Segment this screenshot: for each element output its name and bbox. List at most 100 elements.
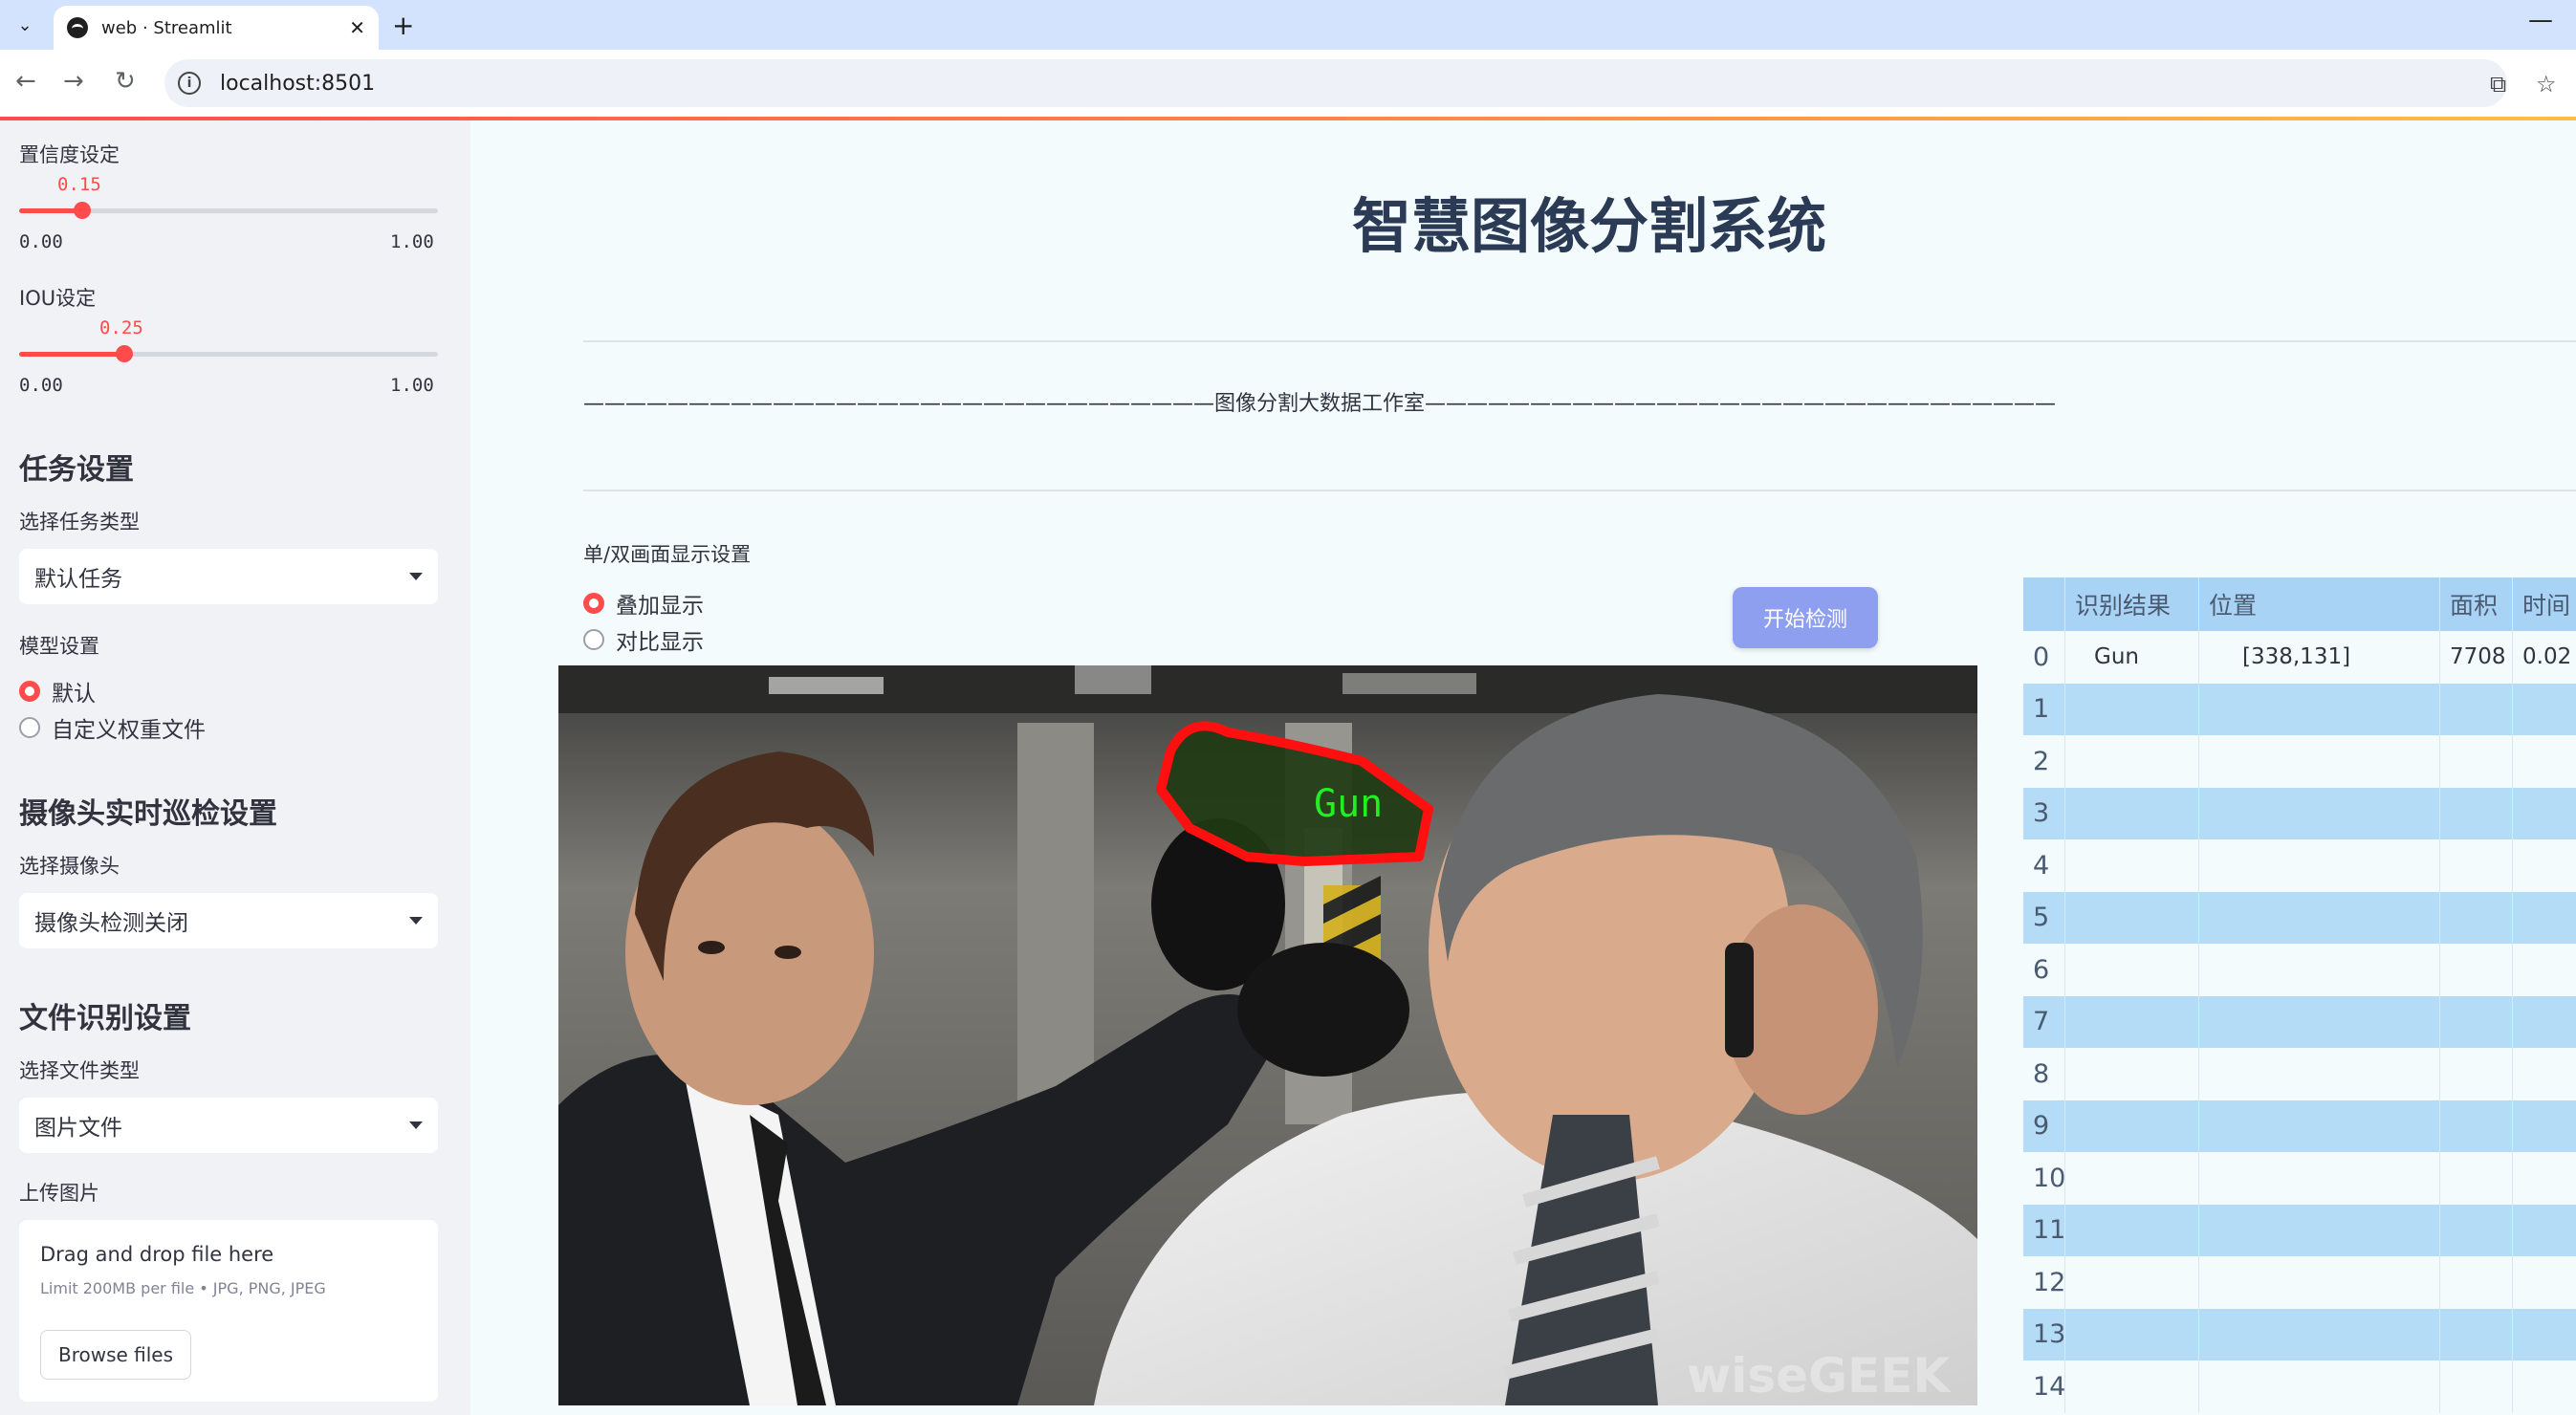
model-option-custom[interactable]: 自定义权重文件 <box>19 711 206 744</box>
table-row[interactable]: 13 <box>2023 1308 2576 1361</box>
table-row[interactable]: 9 <box>2023 1099 2576 1153</box>
browse-files-button[interactable]: Browse files <box>40 1330 191 1380</box>
table-row[interactable]: 12 <box>2023 1256 2576 1309</box>
file-type-value: 图片文件 <box>34 1116 122 1141</box>
tab-search-chevron-icon[interactable]: ⌄ <box>10 10 40 40</box>
table-cell-result <box>2065 1256 2199 1309</box>
file-dropzone[interactable]: Drag and drop file here Limit 200MB per … <box>19 1220 438 1402</box>
browser-tab[interactable]: web · Streamlit ✕ <box>54 6 379 50</box>
file-type-select[interactable]: 图片文件 <box>19 1098 438 1153</box>
table-cell-position <box>2199 1152 2440 1205</box>
table-cell-time <box>2513 1361 2576 1413</box>
table-row[interactable]: 14 <box>2023 1361 2576 1413</box>
table-cell-index: 3 <box>2023 787 2065 839</box>
display-mode-label: 单/双画面显示设置 <box>583 543 752 566</box>
radio-selected-icon[interactable] <box>19 681 40 702</box>
table-cell-index: 11 <box>2023 1204 2065 1256</box>
confidence-min: 0.00 <box>19 231 63 252</box>
browser-toolbar: ← → ↻ i localhost:8501 ⧉ ☆ <box>0 50 2576 117</box>
file-settings-heading: 文件识别设置 <box>19 1002 191 1035</box>
task-type-label: 选择任务类型 <box>19 511 140 533</box>
table-cell-position <box>2199 735 2440 788</box>
table-header-time[interactable]: 时间 <box>2513 577 2576 631</box>
table-row[interactable]: 10 <box>2023 1152 2576 1205</box>
display-mode-compare[interactable]: 对比显示 <box>583 623 704 656</box>
confidence-slider-thumb[interactable] <box>73 202 91 219</box>
table-cell-index: 12 <box>2023 1256 2065 1309</box>
display-mode-overlay[interactable]: 叠加显示 <box>583 587 704 620</box>
table-cell-area <box>2440 787 2513 839</box>
radio-selected-icon[interactable] <box>583 593 604 614</box>
table-header-position[interactable]: 位置 <box>2199 577 2440 631</box>
table-cell-area <box>2440 1204 2513 1256</box>
table-cell-result <box>2065 1152 2199 1205</box>
table-row[interactable]: 7 <box>2023 995 2576 1049</box>
upload-label: 上传图片 <box>19 1182 99 1205</box>
table-cell-index: 7 <box>2023 995 2065 1048</box>
table-cell-time <box>2513 788 2576 840</box>
table-cell-index: 8 <box>2023 1048 2065 1100</box>
iou-slider[interactable] <box>19 345 438 362</box>
model-option-default[interactable]: 默认 <box>19 675 96 708</box>
site-info-icon[interactable]: i <box>178 72 201 95</box>
confidence-slider-fill <box>19 208 82 213</box>
table-cell-area: 7708 <box>2440 631 2513 684</box>
radio-unselected-icon[interactable] <box>19 717 40 738</box>
reload-icon[interactable]: ↻ <box>115 67 136 96</box>
new-tab-icon[interactable]: + <box>392 10 414 41</box>
table-cell-time <box>2513 996 2576 1049</box>
task-type-select[interactable]: 默认任务 <box>19 549 438 604</box>
table-row[interactable]: 3 <box>2023 787 2576 840</box>
confidence-max: 1.00 <box>390 231 434 252</box>
table-cell-time <box>2513 1256 2576 1309</box>
table-cell-time <box>2513 1100 2576 1153</box>
confidence-slider[interactable] <box>19 202 438 219</box>
radio-unselected-icon[interactable] <box>583 629 604 650</box>
table-row[interactable]: 4 <box>2023 839 2576 892</box>
chevron-down-icon <box>409 917 423 925</box>
forward-arrow-icon[interactable]: → <box>63 67 84 96</box>
table-cell-position <box>2199 944 2440 996</box>
file-type-label: 选择文件类型 <box>19 1059 140 1082</box>
table-cell-area <box>2440 1099 2513 1152</box>
image-watermark: wiseGEEK <box>1687 1348 1952 1404</box>
table-cell-area <box>2440 735 2513 788</box>
results-table[interactable]: 识别结果 位置 面积 时间 0 Gun [338,131] 7708 0.02 1 2 3 4 5… <box>2023 577 2576 1413</box>
table-row[interactable]: 11 <box>2023 1204 2576 1256</box>
table-row[interactable]: 1 <box>2023 683 2576 736</box>
table-cell-position <box>2199 1099 2440 1152</box>
table-cell-area <box>2440 944 2513 996</box>
camera-select[interactable]: 摄像头检测关闭 <box>19 893 438 948</box>
table-row[interactable]: 6 <box>2023 944 2576 996</box>
iou-min: 0.00 <box>19 375 63 396</box>
table-cell-area <box>2440 839 2513 892</box>
table-row[interactable]: 5 <box>2023 891 2576 944</box>
table-cell-time <box>2513 684 2576 736</box>
table-cell-index: 0 <box>2023 631 2065 684</box>
back-arrow-icon[interactable]: ← <box>15 67 36 96</box>
bookmark-star-icon[interactable]: ☆ <box>2536 71 2557 98</box>
address-bar[interactable]: i localhost:8501 <box>164 59 2507 107</box>
iou-label: IOU设定 <box>19 287 97 310</box>
table-header-area[interactable]: 面积 <box>2440 577 2513 631</box>
table-row[interactable]: 0 Gun [338,131] 7708 0.02 <box>2023 631 2576 684</box>
table-cell-result <box>2065 891 2199 944</box>
camera-select-label: 选择摄像头 <box>19 855 120 878</box>
window-minimize-icon[interactable]: — <box>2528 6 2553 34</box>
iou-slider-thumb[interactable] <box>115 345 133 362</box>
table-row[interactable]: 8 <box>2023 1048 2576 1100</box>
start-detection-button[interactable]: 开始检测 <box>1733 587 1878 648</box>
table-cell-position <box>2199 1361 2440 1413</box>
table-cell-result: Gun <box>2065 631 2199 684</box>
translate-icon[interactable]: ⧉ <box>2490 71 2506 98</box>
tab-close-icon[interactable]: ✕ <box>349 16 365 39</box>
table-cell-position <box>2199 995 2440 1048</box>
table-row[interactable]: 2 <box>2023 735 2576 788</box>
table-header-result[interactable]: 识别结果 <box>2065 577 2199 631</box>
table-cell-result <box>2065 787 2199 839</box>
dropzone-title: Drag and drop file here <box>40 1243 274 1266</box>
table-cell-position <box>2199 839 2440 892</box>
table-header-index <box>2023 577 2065 631</box>
table-cell-position <box>2199 891 2440 944</box>
confidence-label: 置信度设定 <box>19 143 120 166</box>
